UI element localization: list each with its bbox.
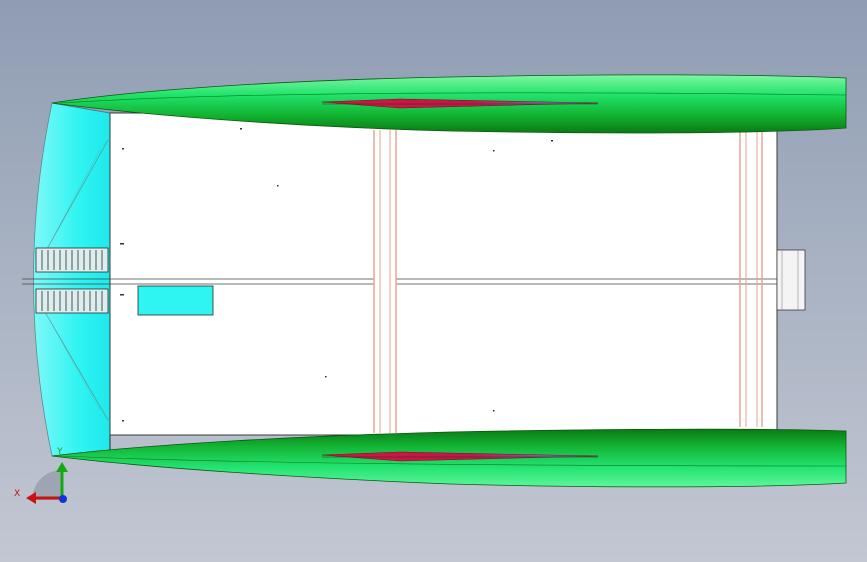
triad-x-label: X: [14, 489, 20, 499]
coordinate-triad: X Y: [14, 447, 68, 504]
triad-z-origin: [59, 495, 67, 503]
triad-y-arrow: [56, 462, 68, 472]
triad-shadow: [32, 470, 62, 500]
triad-y-label: Y: [56, 447, 63, 457]
cad-graphics-viewport[interactable]: X Y: [0, 0, 867, 562]
triad-x-arrow: [26, 492, 36, 504]
